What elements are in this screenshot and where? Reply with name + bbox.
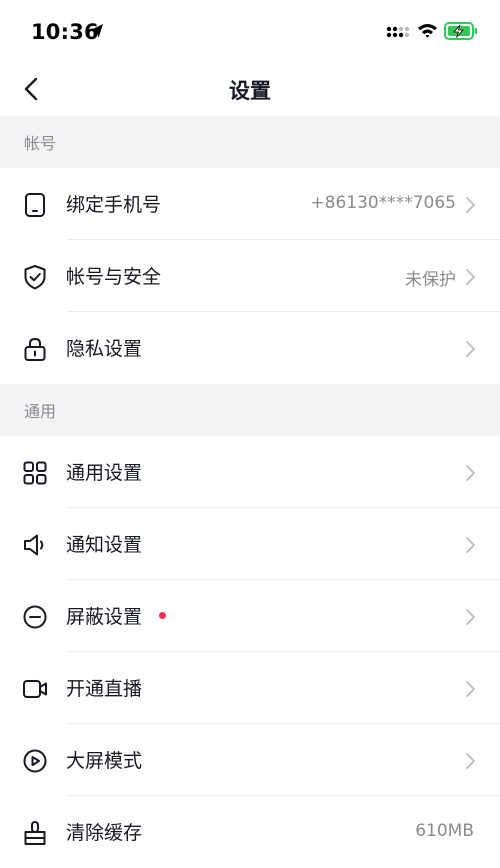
block-icon xyxy=(23,605,47,629)
section-header-account: 帐号 xyxy=(0,116,500,168)
lock-icon xyxy=(24,337,46,361)
broom-icon xyxy=(24,821,46,845)
row-label: 帐号与安全 xyxy=(66,266,162,288)
speaker-icon xyxy=(24,534,44,556)
chevron-right-icon xyxy=(466,269,475,285)
settings-row-block[interactable]: 屏蔽设置 xyxy=(0,580,500,652)
row-label: 大屏模式 xyxy=(66,750,143,772)
location-arrow-icon xyxy=(91,24,103,38)
phone-icon xyxy=(25,193,45,217)
settings-row-privacy[interactable]: 隐私设置 xyxy=(0,312,500,384)
row-value: 未保护 xyxy=(405,270,456,290)
row-value: +86130****7065 xyxy=(310,193,456,213)
chevron-right-icon xyxy=(466,341,475,357)
row-label: 通知设置 xyxy=(66,534,143,556)
notification-dot xyxy=(159,612,166,619)
chevron-right-icon xyxy=(466,197,475,213)
nav-bar: 设置 xyxy=(0,62,500,116)
status-time: 10:36 xyxy=(31,20,99,44)
row-value: 610MB xyxy=(415,821,474,841)
row-label: 屏蔽设置 xyxy=(66,606,143,628)
row-label: 绑定手机号 xyxy=(66,194,162,216)
settings-row-notifications[interactable]: 通知设置 xyxy=(0,508,500,580)
chevron-right-icon xyxy=(466,465,475,481)
settings-row-clear-cache[interactable]: 清除缓存 610MB xyxy=(0,796,500,868)
settings-row-account-security[interactable]: 帐号与安全 未保护 xyxy=(0,240,500,312)
row-label: 通用设置 xyxy=(66,462,143,484)
shield-check-icon xyxy=(24,265,46,290)
chevron-right-icon xyxy=(466,753,475,769)
chevron-right-icon xyxy=(466,537,475,553)
video-camera-icon xyxy=(23,680,47,698)
chevron-right-icon xyxy=(466,609,475,625)
settings-row-big-screen[interactable]: 大屏模式 xyxy=(0,724,500,796)
status-bar: 10:36 xyxy=(0,0,500,62)
row-label: 隐私设置 xyxy=(66,338,143,360)
row-label: 开通直播 xyxy=(66,678,143,700)
section-header-general: 通用 xyxy=(0,384,500,436)
settings-row-live[interactable]: 开通直播 xyxy=(0,652,500,724)
signal-icon xyxy=(386,26,409,38)
battery-charging-icon xyxy=(444,22,477,40)
row-label: 清除缓存 xyxy=(66,822,143,844)
chevron-right-icon xyxy=(466,681,475,697)
grid-icon xyxy=(23,461,47,485)
page-title: 设置 xyxy=(229,79,271,103)
play-screen-icon xyxy=(23,749,47,773)
settings-row-general[interactable]: 通用设置 xyxy=(0,436,500,508)
settings-row-bind-phone[interactable]: 绑定手机号 +86130****7065 xyxy=(0,168,500,240)
wifi-icon xyxy=(418,24,437,38)
